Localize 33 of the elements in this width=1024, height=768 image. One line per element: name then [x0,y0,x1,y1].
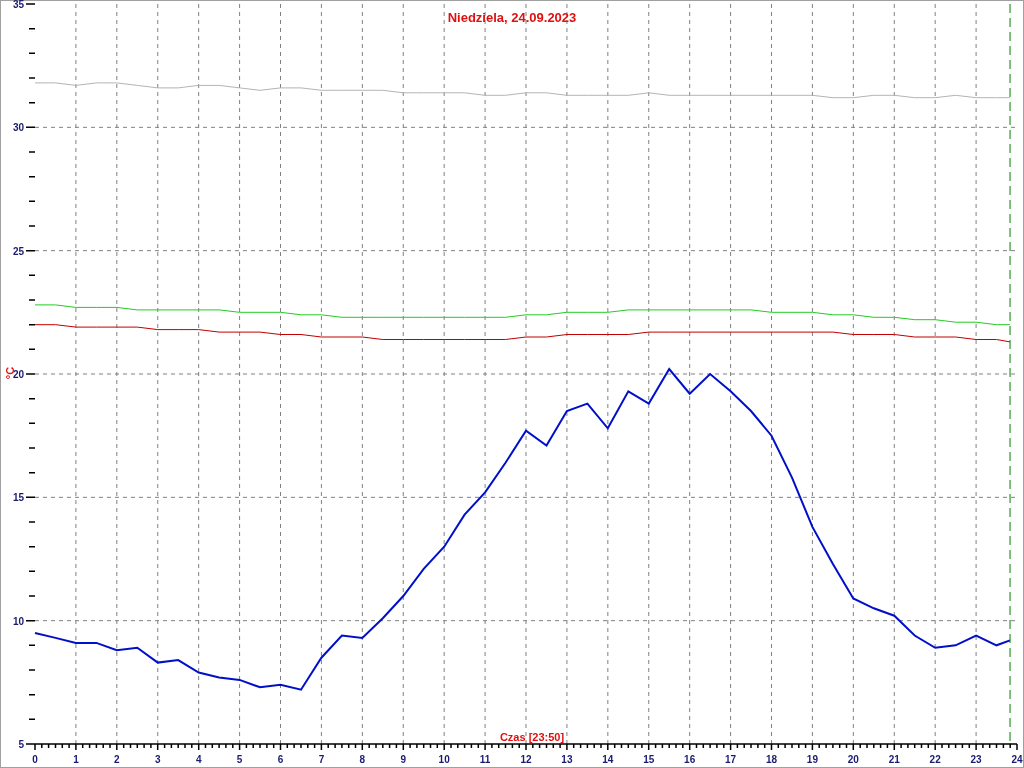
axis-tick-label: 15 [643,754,655,765]
axis-tick-label: 25 [12,245,24,257]
axis-title: Czas [23:50] [499,731,565,743]
axis-tick-label: 4 [195,754,202,765]
axis-tick-label: 24 [1011,754,1023,765]
axis-tick-label: 5 [236,754,243,765]
axis-tick-label: 22 [929,754,941,765]
axis-tick-label: 14 [602,754,614,765]
axis-tick-label: 5 [18,739,24,750]
chart-title: Niedziela, 24.09.2023 [447,10,577,25]
axis-tick-label: 19 [806,754,818,765]
axis-tick-label: 17 [725,754,737,765]
axis-tick-label: 1 [73,754,79,765]
axis-tick-label: 10 [12,615,24,627]
axis-tick-label: 0 [32,754,38,765]
axis-tick-label: 15 [12,492,24,504]
axis-tick-label: 35 [12,0,24,10]
axis-tick-label: 16 [684,754,696,765]
axis-tick-label: 23 [970,754,982,765]
axis-tick-label: 10 [438,754,450,765]
axis-tick-label: 11 [479,754,491,765]
axis-tick-label: 6 [277,754,284,765]
axis-tick-label: 21 [888,754,900,765]
axis-tick-label: 7 [318,754,325,765]
axis-tick-label: 9 [400,754,407,765]
axis-tick-label: 18 [765,754,778,765]
axis-tick-label: 13 [561,754,573,765]
axis-tick-label: 30 [12,122,24,134]
axis-tick-label: 2 [114,754,120,765]
axis-tick-label: 8 [359,754,366,765]
axis-tick-label: 3 [154,754,161,765]
axis-tick-label: 12 [520,754,532,765]
axis-tick-label: 20 [847,754,859,765]
